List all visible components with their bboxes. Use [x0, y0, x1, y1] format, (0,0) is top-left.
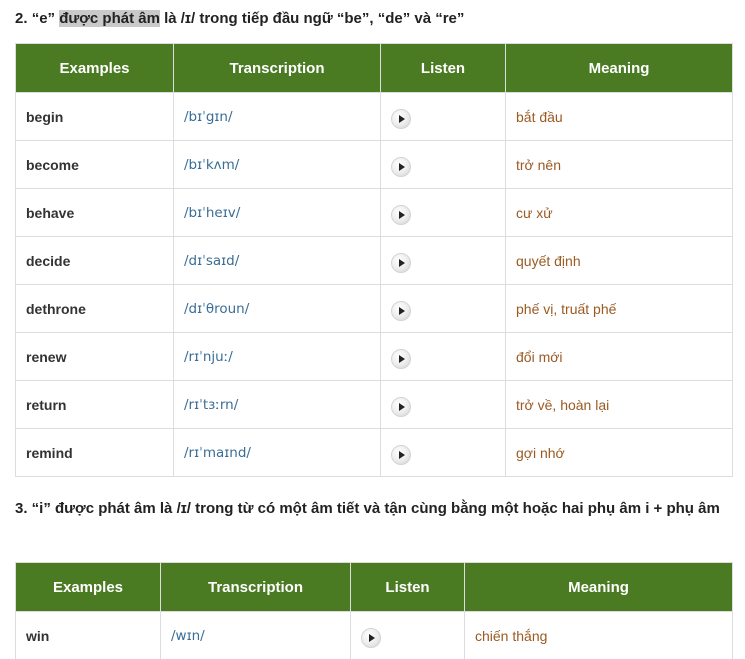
section-2-letter: “e”: [31, 10, 60, 27]
table-row: decide /dɪˈsaɪd/ quyết định: [15, 236, 733, 285]
transcription: /bɪˈheɪv/: [173, 188, 381, 237]
example-word: win: [15, 611, 161, 659]
table-header-row: Examples Transcription Listen Meaning: [15, 43, 733, 93]
table-header-row: Examples Transcription Listen Meaning: [15, 562, 733, 612]
table-row: return /rɪˈtɜːrn/ trở về, hoàn lại: [15, 380, 733, 429]
section-3-heading: 3. “i” được phát âm là /ɪ/ trong từ có m…: [15, 500, 720, 517]
header-meaning: Meaning: [464, 562, 733, 612]
header-transcription: Transcription: [160, 562, 351, 612]
example-word: remind: [15, 428, 174, 477]
listen-cell: [380, 428, 506, 477]
header-examples: Examples: [15, 562, 161, 612]
play-icon[interactable]: [391, 349, 411, 369]
meaning: chiến thắng: [464, 611, 733, 659]
play-icon[interactable]: [361, 628, 381, 648]
page: 2. “e” được phát âm là /ɪ/ trong tiếp đầ…: [0, 0, 745, 659]
play-icon[interactable]: [391, 205, 411, 225]
meaning: trở về, hoàn lại: [505, 380, 733, 429]
meaning: cư xử: [505, 188, 733, 237]
transcription: /wɪn/: [160, 611, 351, 659]
header-transcription: Transcription: [173, 43, 381, 93]
play-icon[interactable]: [391, 397, 411, 417]
meaning: gợi nhớ: [505, 428, 733, 477]
section-2-number: 2.: [15, 10, 32, 27]
play-icon[interactable]: [391, 301, 411, 321]
listen-cell: [380, 332, 506, 381]
example-word: dethrone: [15, 284, 174, 333]
listen-cell: [380, 92, 506, 141]
meaning: phế vị, truất phế: [505, 284, 733, 333]
listen-cell: [380, 380, 506, 429]
vocab-table-section-3: Examples Transcription Listen Meaning wi…: [15, 562, 733, 659]
transcription: /rɪˈtɜːrn/: [173, 380, 381, 429]
transcription: /dɪˈsaɪd/: [173, 236, 381, 285]
transcription: /rɪˈnjuː/: [173, 332, 381, 381]
example-word: behave: [15, 188, 174, 237]
example-word: begin: [15, 92, 174, 141]
table-row: remind /rɪˈmaɪnd/ gợi nhớ: [15, 428, 733, 477]
listen-cell: [350, 611, 465, 659]
table-row: become /bɪˈkʌm/ trở nên: [15, 140, 733, 189]
example-word: become: [15, 140, 174, 189]
table-row: dethrone /dɪˈθroun/ phế vị, truất phế: [15, 284, 733, 333]
listen-cell: [380, 236, 506, 285]
listen-cell: [380, 188, 506, 237]
header-meaning: Meaning: [505, 43, 733, 93]
play-icon[interactable]: [391, 109, 411, 129]
header-listen: Listen: [380, 43, 506, 93]
play-icon[interactable]: [391, 445, 411, 465]
table-row: renew /rɪˈnjuː/ đổi mới: [15, 332, 733, 381]
play-icon[interactable]: [391, 253, 411, 273]
example-word: return: [15, 380, 174, 429]
transcription: /bɪˈgɪn/: [173, 92, 381, 141]
example-word: renew: [15, 332, 174, 381]
header-examples: Examples: [15, 43, 174, 93]
transcription: /rɪˈmaɪnd/: [173, 428, 381, 477]
listen-cell: [380, 284, 506, 333]
transcription: /bɪˈkʌm/: [173, 140, 381, 189]
section-2-rest: là /ɪ/ trong tiếp đầu ngữ “be”, “de” và …: [159, 10, 465, 27]
table-row: behave /bɪˈheɪv/ cư xử: [15, 188, 733, 237]
meaning: trở nên: [505, 140, 733, 189]
meaning: quyết định: [505, 236, 733, 285]
meaning: đổi mới: [505, 332, 733, 381]
meaning: bắt đầu: [505, 92, 733, 141]
play-icon[interactable]: [391, 157, 411, 177]
section-2-heading: 2. “e” được phát âm là /ɪ/ trong tiếp đầ…: [15, 5, 474, 33]
table-row: win /wɪn/ chiến thắng: [15, 611, 733, 659]
header-listen: Listen: [350, 562, 465, 612]
example-word: decide: [15, 236, 174, 285]
listen-cell: [380, 140, 506, 189]
vocab-table-section-2: Examples Transcription Listen Meaning be…: [15, 43, 733, 477]
highlighted-text: được phát âm: [59, 10, 160, 27]
transcription: /dɪˈθroun/: [173, 284, 381, 333]
table-row: begin /bɪˈgɪn/ bắt đầu: [15, 92, 733, 141]
